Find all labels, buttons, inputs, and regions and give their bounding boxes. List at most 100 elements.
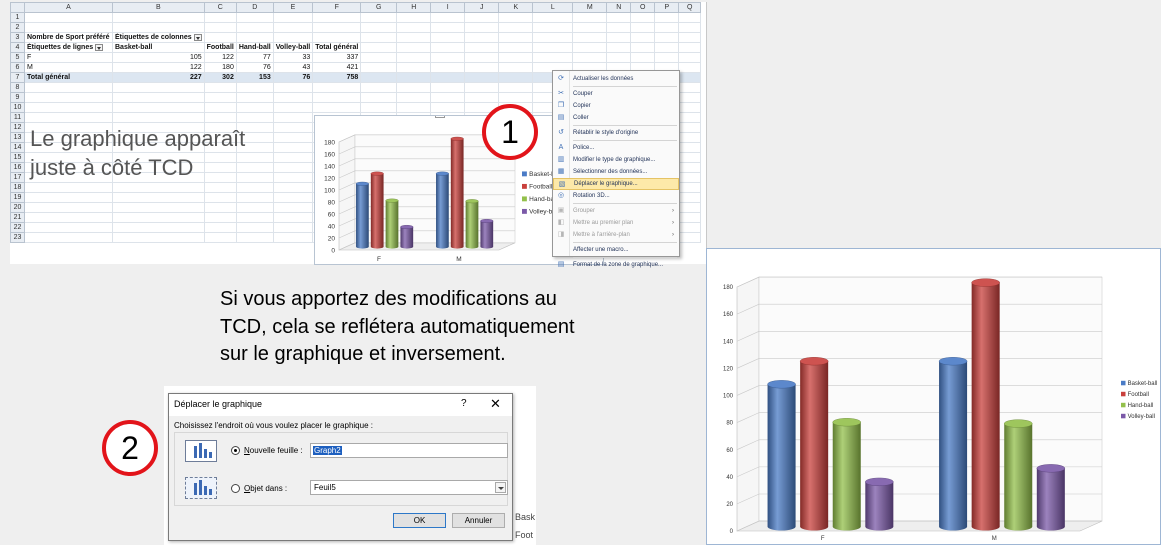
pivot-total-cell[interactable]: 302 — [203, 72, 237, 83]
row-header[interactable]: 8 — [10, 82, 25, 93]
cell[interactable] — [112, 232, 205, 243]
bar-hand-ball-f[interactable] — [832, 418, 861, 531]
object-in-radio[interactable] — [231, 484, 240, 493]
cell[interactable] — [112, 102, 205, 113]
pivot-value-cell[interactable]: 33 — [272, 52, 314, 63]
cell[interactable] — [430, 32, 466, 43]
cell[interactable] — [654, 42, 680, 53]
column-header[interactable]: C — [203, 2, 237, 13]
cell[interactable] — [678, 192, 702, 203]
row-header[interactable]: 23 — [10, 232, 25, 243]
cell[interactable] — [572, 42, 608, 53]
cell[interactable] — [272, 12, 314, 23]
column-header[interactable]: L — [532, 2, 574, 13]
column-header[interactable]: G — [360, 2, 398, 13]
cell[interactable] — [532, 42, 574, 53]
cell[interactable] — [24, 212, 113, 223]
cell[interactable] — [606, 42, 632, 53]
pivot-column-labels[interactable]: Étiquettes de colonnes — [112, 32, 205, 43]
cell[interactable] — [396, 82, 432, 93]
cell[interactable] — [430, 92, 466, 103]
pivot-total-cell[interactable]: 227 — [112, 72, 205, 83]
dialog-titlebar[interactable]: Déplacer le graphique ? ✕ — [169, 394, 512, 416]
cell[interactable] — [678, 92, 702, 103]
cell[interactable] — [272, 182, 314, 193]
pivot-value-cell[interactable]: 43 — [272, 62, 314, 73]
cell[interactable] — [654, 12, 680, 23]
cell[interactable] — [235, 212, 274, 223]
cell[interactable] — [606, 12, 632, 23]
cell[interactable] — [630, 32, 656, 43]
filter-dropdown-icon[interactable] — [193, 33, 202, 41]
cell[interactable] — [396, 52, 432, 63]
cell[interactable] — [235, 202, 274, 213]
cell[interactable] — [203, 22, 237, 33]
cell[interactable] — [464, 52, 500, 63]
bar-hand-ball-f[interactable] — [385, 198, 399, 249]
cell[interactable] — [678, 82, 702, 93]
cell[interactable] — [360, 62, 398, 73]
cell[interactable] — [272, 222, 314, 233]
cell[interactable] — [396, 72, 432, 83]
pivot-total-label[interactable]: Total général — [24, 72, 113, 83]
row-header[interactable]: 15 — [10, 152, 25, 163]
cell[interactable] — [112, 202, 205, 213]
row-header[interactable]: 19 — [10, 192, 25, 203]
cell[interactable] — [430, 42, 466, 53]
row-header[interactable]: 10 — [10, 102, 25, 113]
cell[interactable] — [272, 232, 314, 243]
cell[interactable] — [235, 112, 274, 123]
cell[interactable] — [203, 222, 237, 233]
cell[interactable] — [678, 62, 702, 73]
column-header[interactable]: O — [630, 2, 656, 13]
pivot-value-cell[interactable]: 122 — [203, 52, 237, 63]
cell[interactable] — [498, 42, 534, 53]
cell[interactable] — [678, 182, 702, 193]
bar-football-m[interactable] — [450, 136, 464, 249]
row-header[interactable]: 14 — [10, 142, 25, 153]
cell[interactable] — [203, 102, 237, 113]
chevron-down-icon[interactable] — [495, 482, 506, 493]
menu-item[interactable]: ⟳ Actualiser les données — [553, 73, 679, 85]
move-chart-dialog[interactable]: Déplacer le graphique ? ✕ Choisissez l'e… — [168, 393, 513, 541]
cell[interactable] — [678, 172, 702, 183]
menu-item[interactable]: ↺ Rétablir le style d'origine — [553, 127, 679, 139]
cell[interactable] — [24, 92, 113, 103]
row-header[interactable]: 16 — [10, 162, 25, 173]
cell[interactable] — [678, 162, 702, 173]
cell[interactable] — [630, 12, 656, 23]
help-button[interactable]: ? — [461, 398, 467, 409]
cell[interactable] — [678, 102, 702, 113]
cell[interactable] — [678, 32, 702, 43]
cell[interactable] — [396, 12, 432, 23]
bar-hand-ball-m[interactable] — [465, 199, 479, 249]
cell[interactable] — [532, 52, 574, 63]
cell[interactable] — [24, 232, 113, 243]
cell[interactable] — [24, 222, 113, 233]
cell[interactable] — [112, 112, 205, 123]
cell[interactable] — [360, 92, 398, 103]
cell[interactable] — [235, 222, 274, 233]
cell[interactable] — [630, 22, 656, 33]
pivot-value-cell[interactable]: 337 — [312, 52, 362, 63]
pivot-value-cell[interactable]: 77 — [235, 52, 274, 63]
row-header[interactable]: 5 — [10, 52, 25, 63]
cell[interactable] — [464, 22, 500, 33]
cell[interactable] — [235, 82, 274, 93]
cell[interactable] — [203, 182, 237, 193]
column-header[interactable]: E — [272, 2, 314, 13]
cell[interactable] — [430, 102, 466, 113]
cell[interactable] — [24, 112, 113, 123]
cell[interactable] — [464, 72, 500, 83]
cell[interactable] — [272, 142, 314, 153]
object-in-label[interactable]: Objet dans : — [244, 484, 287, 493]
row-header[interactable]: 11 — [10, 112, 25, 123]
cell[interactable] — [630, 42, 656, 53]
bar-basket-ball-m[interactable] — [435, 171, 449, 249]
cell[interactable] — [272, 212, 314, 223]
cell[interactable] — [203, 212, 237, 223]
row-header[interactable]: 22 — [10, 222, 25, 233]
pivot-header-cell[interactable]: Football — [203, 42, 237, 53]
cell[interactable] — [203, 202, 237, 213]
cell[interactable] — [235, 232, 274, 243]
